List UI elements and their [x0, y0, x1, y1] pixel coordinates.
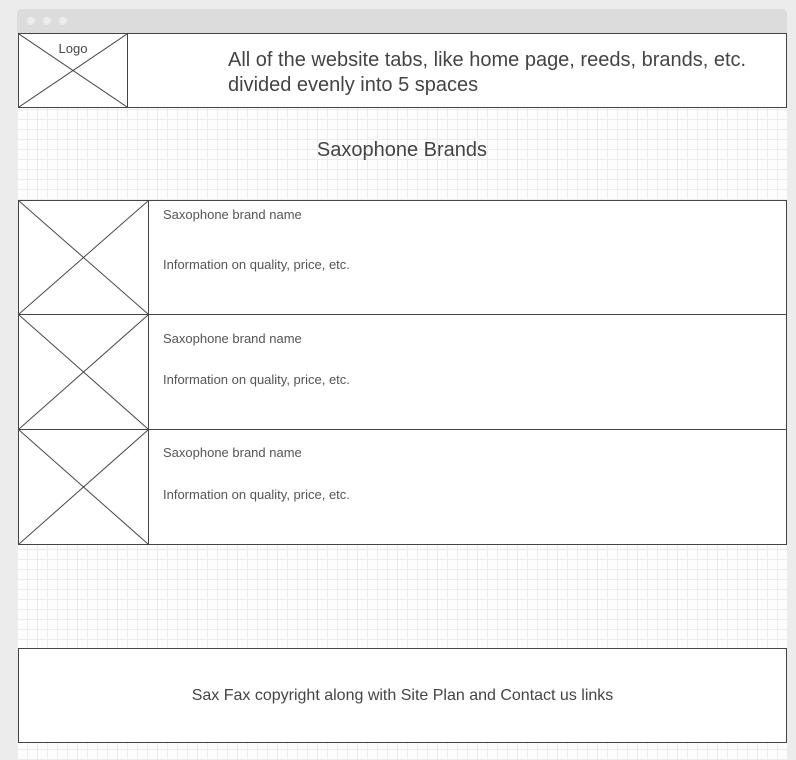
footer-text[interactable]: Sax Fax copyright along with Site Plan a… — [19, 687, 786, 705]
brand-name: Saxophone brand name — [163, 207, 302, 222]
image-placeholder-icon — [19, 315, 148, 429]
browser-window: Logo All of the website tabs, like home … — [17, 9, 787, 760]
window-minimize-dot-icon[interactable] — [43, 17, 51, 25]
brand-image-placeholder[interactable] — [18, 200, 149, 315]
nav-tabs-description: All of the website tabs, like home page,… — [228, 49, 747, 96]
logo-placeholder[interactable]: Logo — [18, 33, 128, 108]
brand-name: Saxophone brand name — [163, 331, 302, 346]
image-placeholder-icon — [19, 430, 148, 544]
site-header: Logo All of the website tabs, like home … — [18, 33, 787, 108]
brand-image-placeholder[interactable] — [18, 429, 149, 545]
brand-row: Saxophone brand name Information on qual… — [18, 429, 787, 545]
window-maximize-dot-icon[interactable] — [59, 17, 67, 25]
brand-info: Information on quality, price, etc. — [163, 257, 350, 272]
brand-info: Information on quality, price, etc. — [163, 372, 350, 387]
brand-info: Information on quality, price, etc. — [163, 487, 350, 502]
image-placeholder-icon — [19, 201, 148, 314]
brand-image-placeholder[interactable] — [18, 314, 149, 430]
window-titlebar — [17, 9, 787, 33]
brand-name: Saxophone brand name — [163, 445, 302, 460]
window-close-dot-icon[interactable] — [27, 17, 35, 25]
site-footer: Sax Fax copyright along with Site Plan a… — [18, 648, 787, 743]
brand-row: Saxophone brand name Information on qual… — [18, 314, 787, 430]
logo-label: Logo — [58, 41, 88, 56]
page-title: Saxophone Brands — [316, 139, 488, 161]
brand-row: Saxophone brand name Information on qual… — [18, 200, 787, 315]
